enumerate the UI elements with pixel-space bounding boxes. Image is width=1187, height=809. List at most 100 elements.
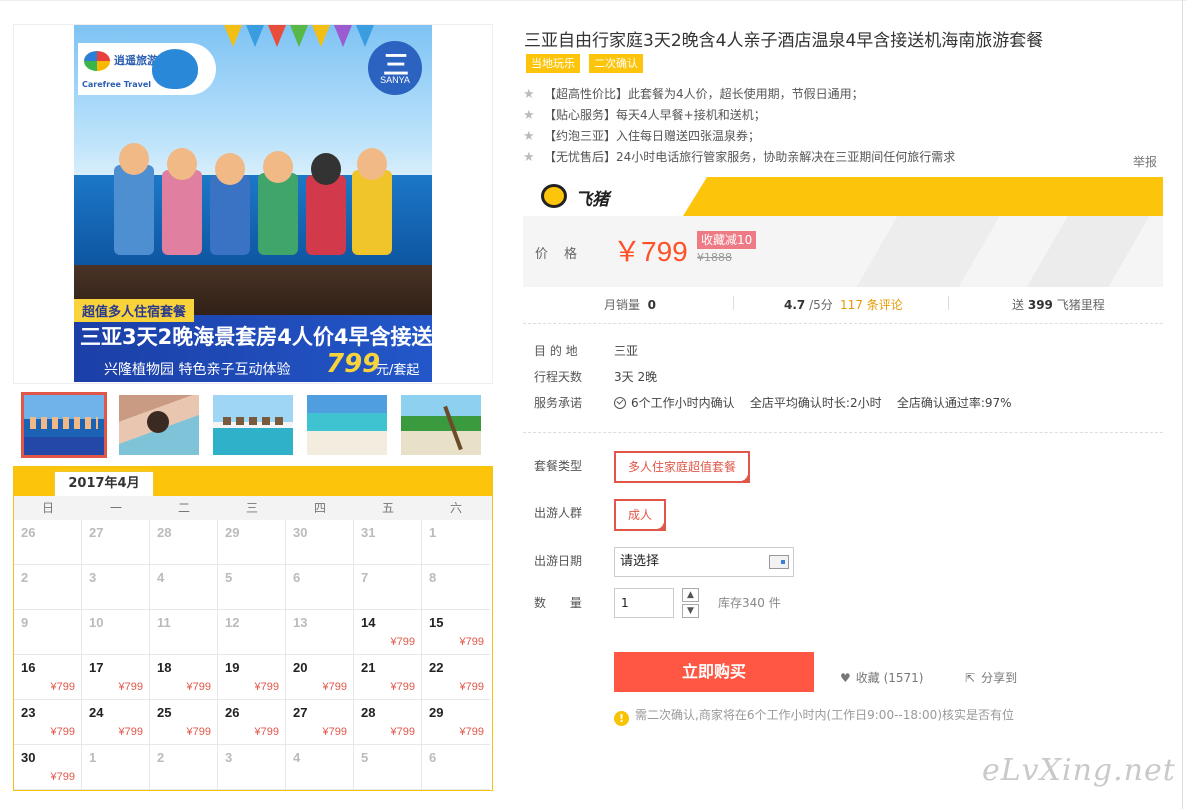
- sanya-badge: 三 SANYA: [368, 41, 422, 95]
- calendar-day-number: 28: [157, 525, 172, 540]
- price-label: 价格: [535, 247, 594, 262]
- miles-reward: 送 399 飞猪里程: [1012, 296, 1105, 313]
- calendar-day-number: 12: [225, 615, 240, 630]
- calendar-weekday-row: 日 一 二 三 四 五 六: [14, 496, 492, 520]
- calendar-day-price: ¥799: [459, 681, 484, 693]
- share-button[interactable]: ⇱ 分享到: [965, 669, 1017, 686]
- calendar-day-number: 4: [157, 570, 165, 585]
- calendar-day-cell[interactable]: 25 ¥799: [150, 700, 218, 745]
- calendar-day-cell: 27: [82, 520, 150, 565]
- share-label: 分享到: [981, 671, 1018, 685]
- weekday-label: 三: [245, 501, 258, 515]
- calendar-day-cell: 1: [422, 520, 490, 565]
- feature-text: 【超高性价比】此套餐为4人价，超长使用期，节假日通用；: [544, 87, 864, 101]
- calendar-day-cell: 3: [218, 745, 286, 790]
- main-product-image[interactable]: 逍遥旅游 Carefree Travel 三 SANYA 超值多人住宿套餐 三亚…: [74, 25, 432, 382]
- calendar-day-number: 31: [361, 525, 376, 540]
- thumbnail-palm[interactable]: [401, 395, 481, 455]
- thumbnail-water-villa[interactable]: [213, 395, 293, 455]
- quantity-label: 数 量: [534, 596, 592, 610]
- quantity-decrease-button[interactable]: ▼: [682, 604, 699, 618]
- favorite-button[interactable]: ♥ 收藏 (1571): [840, 669, 923, 686]
- calendar-day-cell: 12: [218, 610, 286, 655]
- calendar-day-cell: 9: [14, 610, 82, 655]
- thumbnail-hotspring[interactable]: [119, 395, 199, 455]
- calendar-day-cell[interactable]: 26 ¥799: [218, 700, 286, 745]
- date-placeholder: 请选择: [620, 554, 660, 569]
- calendar-day-number: 1: [429, 525, 437, 540]
- traveler-option-adult[interactable]: 成人: [614, 499, 667, 531]
- calendar-day-number: 7: [361, 570, 369, 585]
- rating-value: 4.7: [784, 298, 806, 312]
- calendar-day-number: 23: [21, 705, 36, 720]
- section-divider: [523, 432, 1163, 433]
- calendar-day-price: ¥799: [186, 726, 211, 738]
- calendar-day-number: 13: [293, 615, 308, 630]
- fliggy-brand-text: 飞猪: [575, 190, 609, 210]
- weekday-label: 一: [109, 501, 122, 515]
- calendar-day-cell[interactable]: 21 ¥799: [354, 655, 422, 700]
- promise-pass-rate: 全店确认通过率:97%: [896, 396, 1012, 410]
- calendar-day-number: 26: [225, 705, 240, 720]
- feature-text: 【无忧售后】24小时电话旅行管家服务，协助亲解决在三亚期间任何旅行需求: [544, 150, 956, 164]
- thumbnail-package[interactable]: [21, 392, 107, 458]
- calendar-day-number: 29: [429, 705, 444, 720]
- image-price: 799: [326, 349, 381, 379]
- calendar-day-price: ¥799: [322, 681, 347, 693]
- calendar-day-cell: 26: [14, 520, 82, 565]
- calendar-day-cell: 13: [286, 610, 354, 655]
- calendar-day-cell[interactable]: 17 ¥799: [82, 655, 150, 700]
- calendar-day-price: ¥799: [322, 726, 347, 738]
- feature-item: ★ 【约泡三亚】入住每日赠送四张温泉券；: [523, 127, 760, 144]
- figurine: [162, 148, 202, 255]
- calendar-day-cell[interactable]: 16 ¥799: [14, 655, 82, 700]
- review-count-link[interactable]: 117 条评论: [840, 296, 903, 313]
- calendar-day-cell: 29: [218, 520, 286, 565]
- thumbnail-beach[interactable]: [307, 395, 387, 455]
- calendar-day-cell[interactable]: 14 ¥799: [354, 610, 422, 655]
- quantity-input[interactable]: 1: [614, 588, 674, 618]
- feature-text: 【约泡三亚】入住每日赠送四张温泉券；: [544, 129, 761, 143]
- report-link[interactable]: 举报: [1133, 153, 1157, 170]
- chevron-down-icon: ▼: [687, 606, 694, 616]
- calendar-header: 2017年4月: [14, 467, 492, 496]
- calendar-day-cell[interactable]: 22 ¥799: [422, 655, 490, 700]
- star-icon: ★: [523, 129, 535, 144]
- calendar-day-price: ¥799: [50, 726, 75, 738]
- calendar-day-cell[interactable]: 20 ¥799: [286, 655, 354, 700]
- calendar-day-cell[interactable]: 15 ¥799: [422, 610, 490, 655]
- calendar-day-cell[interactable]: 23 ¥799: [14, 700, 82, 745]
- service-promise-label: 服务承诺: [534, 396, 583, 410]
- calendar-day-price: ¥799: [254, 726, 279, 738]
- calendar-day-cell[interactable]: 29 ¥799: [422, 700, 490, 745]
- calendar-day-cell[interactable]: 28 ¥799: [354, 700, 422, 745]
- flag-decoration: [246, 25, 264, 47]
- quantity-increase-button[interactable]: ▲: [682, 588, 699, 602]
- calendar-month-tab[interactable]: 2017年4月: [54, 471, 154, 496]
- rating: 4.7 /5分: [784, 296, 833, 313]
- service-promise: 6个工作小时内确认 全店平均确认时长:2小时 全店确认通过率:97%: [614, 394, 1012, 411]
- stock-count: 库存340 件: [718, 596, 781, 610]
- heart-icon: ♥: [840, 671, 851, 685]
- monthly-sales-value: 0: [647, 298, 657, 312]
- feature-item: ★ 【超高性价比】此套餐为4人价，超长使用期，节假日通用；: [523, 85, 864, 102]
- destination-value: 三亚: [614, 344, 639, 358]
- image-subline: 兴隆植物园 特色亲子互动体验: [104, 362, 291, 378]
- calendar-icon[interactable]: [769, 555, 789, 569]
- calendar-day-cell[interactable]: 18 ¥799: [150, 655, 218, 700]
- calendar-day-number: 2: [157, 750, 165, 765]
- flag-decoration: [356, 25, 374, 47]
- feature-item: ★ 【无忧售后】24小时电话旅行管家服务，协助亲解决在三亚期间任何旅行需求: [523, 148, 955, 165]
- calendar-day-cell[interactable]: 30 ¥799: [14, 745, 82, 790]
- figurine: [210, 153, 250, 255]
- stat-divider: [948, 296, 949, 310]
- calendar-day-cell[interactable]: 24 ¥799: [82, 700, 150, 745]
- calendar-day-cell[interactable]: 27 ¥799: [286, 700, 354, 745]
- confirm-notice-text: 需二次确认,商家将在6个工作小时内(工作日9:00--18:00)核实是否有位: [635, 708, 1015, 722]
- original-price: ¥1888: [697, 251, 732, 264]
- buy-now-button[interactable]: 立即购买: [614, 652, 814, 692]
- calendar-day-cell[interactable]: 19 ¥799: [218, 655, 286, 700]
- package-option-selected[interactable]: 多人住家庭超值套餐: [614, 451, 751, 483]
- calendar-day-cell: 31: [354, 520, 422, 565]
- travel-date-input[interactable]: 请选择: [614, 547, 794, 577]
